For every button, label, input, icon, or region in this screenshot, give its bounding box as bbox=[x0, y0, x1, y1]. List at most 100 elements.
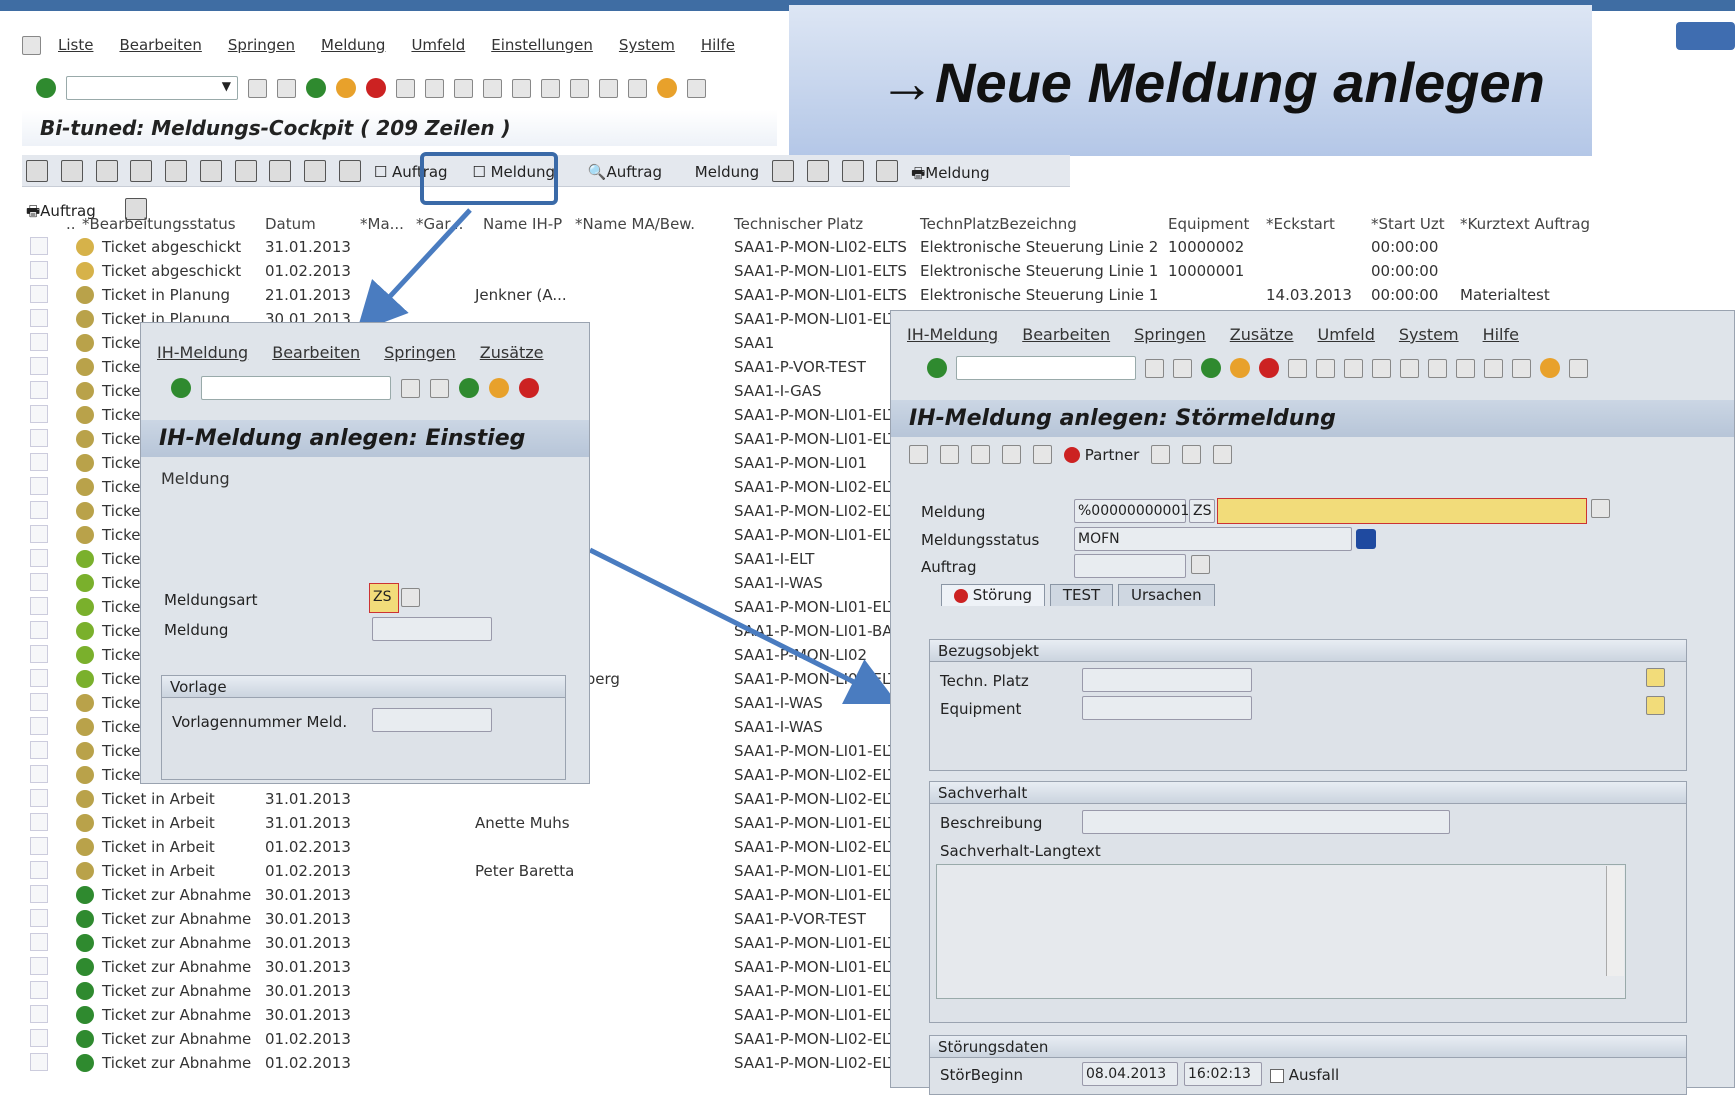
sum-icon[interactable] bbox=[339, 160, 362, 182]
langtext-editor[interactable] bbox=[936, 864, 1626, 999]
ausfall-box[interactable] bbox=[1270, 1068, 1284, 1083]
find-next-icon[interactable] bbox=[454, 78, 473, 98]
row-selector[interactable] bbox=[30, 381, 48, 399]
column-header-eckstart[interactable]: *Eckstart bbox=[1266, 215, 1335, 233]
row-selector[interactable] bbox=[30, 933, 48, 951]
column-header-gar[interactable]: *Gar... bbox=[416, 215, 463, 233]
search-help-icon[interactable] bbox=[401, 588, 420, 607]
last-page-icon[interactable] bbox=[1456, 358, 1475, 378]
column-header-status[interactable]: *Bearbeitungsstatus bbox=[82, 215, 236, 233]
row-selector[interactable] bbox=[30, 885, 48, 903]
tab-ursachen[interactable]: Ursachen bbox=[1117, 584, 1215, 606]
help-icon[interactable] bbox=[657, 78, 677, 98]
column-header-name-ma[interactable]: *Name MA/Bew. bbox=[575, 215, 695, 233]
column-header-datum[interactable]: Datum bbox=[265, 215, 316, 233]
row-selector[interactable] bbox=[30, 1029, 48, 1047]
win1-menu-springen[interactable]: Springen bbox=[384, 343, 456, 362]
flag-check-icon[interactable] bbox=[1002, 445, 1021, 464]
status-info-icon[interactable] bbox=[1356, 529, 1376, 549]
display-icon[interactable] bbox=[909, 445, 928, 464]
print-icon[interactable] bbox=[199, 160, 222, 182]
find-icon[interactable] bbox=[1316, 358, 1335, 378]
filter-off-icon[interactable] bbox=[269, 160, 292, 182]
back-green-icon[interactable] bbox=[306, 78, 326, 98]
win2-menu-springen[interactable]: Springen bbox=[1134, 325, 1206, 344]
cancel-icon[interactable] bbox=[366, 78, 386, 98]
row-selector[interactable] bbox=[30, 981, 48, 999]
row-selector[interactable] bbox=[30, 453, 48, 471]
win1-meldung-input[interactable] bbox=[372, 617, 492, 641]
row-selector[interactable] bbox=[30, 573, 48, 591]
tab-stoerung[interactable]: Störung bbox=[941, 584, 1046, 606]
next-page-icon[interactable] bbox=[1428, 358, 1447, 378]
prev-page-icon[interactable] bbox=[512, 78, 531, 98]
row-selector[interactable] bbox=[30, 693, 48, 711]
row-selector[interactable] bbox=[30, 909, 48, 927]
win2-menu-umfeld[interactable]: Umfeld bbox=[1318, 325, 1375, 344]
vorlagennummer-input[interactable] bbox=[372, 708, 492, 732]
beschreibung-input[interactable] bbox=[1082, 810, 1450, 834]
binoculars-icon[interactable] bbox=[1033, 445, 1052, 464]
row-selector[interactable] bbox=[30, 525, 48, 543]
row-selector[interactable] bbox=[30, 237, 48, 255]
row-selector[interactable] bbox=[30, 837, 48, 855]
sort-desc-icon[interactable] bbox=[165, 160, 188, 182]
first-page-icon[interactable] bbox=[483, 78, 502, 98]
menu-bearbeiten[interactable]: Bearbeiten bbox=[119, 36, 201, 62]
back-icon[interactable] bbox=[1145, 358, 1164, 378]
back-green-icon[interactable] bbox=[459, 378, 479, 398]
table-row[interactable]: Ticket abgeschickt 01.02.2013 SAA1-P-MON-L… bbox=[30, 259, 1438, 283]
edit-longtext-icon[interactable] bbox=[1591, 499, 1610, 518]
win2-menu-bearbeiten[interactable]: Bearbeiten bbox=[1022, 325, 1110, 344]
column-header-name-ihp[interactable]: Name IH-P bbox=[483, 215, 562, 233]
techn-platz-input[interactable] bbox=[1082, 668, 1252, 692]
details-icon[interactable] bbox=[26, 160, 48, 182]
link-icon[interactable] bbox=[971, 445, 990, 464]
row-selector[interactable] bbox=[30, 861, 48, 879]
meldungsart-input[interactable]: ZS bbox=[369, 583, 399, 613]
back-icon[interactable] bbox=[248, 78, 267, 98]
confirm-icon[interactable] bbox=[171, 378, 191, 398]
win1-menu-zusaetze[interactable]: Zusätze bbox=[480, 343, 544, 362]
win2-menu-system[interactable]: System bbox=[1399, 325, 1459, 344]
meldung-shorttext-input[interactable] bbox=[1217, 498, 1587, 524]
table-row[interactable]: Ticket abgeschickt 31.01.2013 SAA1-P-MON-L… bbox=[30, 235, 1438, 259]
row-selector[interactable] bbox=[30, 789, 48, 807]
save-icon[interactable] bbox=[277, 78, 296, 98]
column-header-ma[interactable]: *Ma... bbox=[360, 215, 404, 233]
tab-test[interactable]: TEST bbox=[1049, 584, 1114, 606]
ausfall-checkbox[interactable]: Ausfall bbox=[1270, 1066, 1339, 1084]
row-selector[interactable] bbox=[30, 813, 48, 831]
partner-button[interactable]: Partner bbox=[1064, 446, 1139, 464]
win2-command-field[interactable] bbox=[956, 356, 1136, 380]
create-auftrag-icon[interactable] bbox=[1191, 555, 1210, 574]
row-selector[interactable] bbox=[30, 309, 48, 327]
auftrag-button-2[interactable]: 🔍Auftrag bbox=[584, 158, 666, 186]
stoerbeginn-date[interactable]: 08.04.2013 bbox=[1082, 1062, 1178, 1086]
column-header-bez[interactable]: TechnPlatzBezeichng bbox=[920, 215, 1077, 233]
row-selector[interactable] bbox=[30, 405, 48, 423]
change-icon[interactable] bbox=[771, 160, 794, 182]
cancel-icon[interactable] bbox=[1259, 358, 1279, 378]
win1-command-field[interactable] bbox=[201, 376, 391, 400]
prev-page-icon[interactable] bbox=[1400, 358, 1419, 378]
help-icon[interactable] bbox=[1540, 358, 1560, 378]
structure-icon[interactable] bbox=[1646, 668, 1665, 687]
auftrag-input[interactable] bbox=[1074, 554, 1186, 578]
row-selector[interactable] bbox=[30, 1005, 48, 1023]
langtext-scrollbar[interactable] bbox=[1606, 866, 1624, 976]
menu-einstellungen[interactable]: Einstellungen bbox=[491, 36, 593, 62]
last-page-icon[interactable] bbox=[570, 78, 589, 98]
row-selector[interactable] bbox=[30, 357, 48, 375]
exit-icon[interactable] bbox=[336, 78, 356, 98]
win2-menu-hilfe[interactable]: Hilfe bbox=[1483, 325, 1519, 344]
row-selector[interactable] bbox=[30, 621, 48, 639]
column-header-drag[interactable]: .. bbox=[66, 215, 76, 233]
column-header-tp[interactable]: Technischer Platz bbox=[734, 215, 863, 233]
column-header-equipment[interactable]: Equipment bbox=[1168, 215, 1249, 233]
confirm-icon[interactable] bbox=[927, 358, 947, 378]
column-header-kurztext[interactable]: *Kurztext Auftrag bbox=[1460, 215, 1590, 233]
window-control-button[interactable] bbox=[1676, 22, 1735, 50]
column-header-start-uzt[interactable]: *Start Uzt bbox=[1371, 215, 1445, 233]
list-icon[interactable] bbox=[1151, 445, 1171, 464]
